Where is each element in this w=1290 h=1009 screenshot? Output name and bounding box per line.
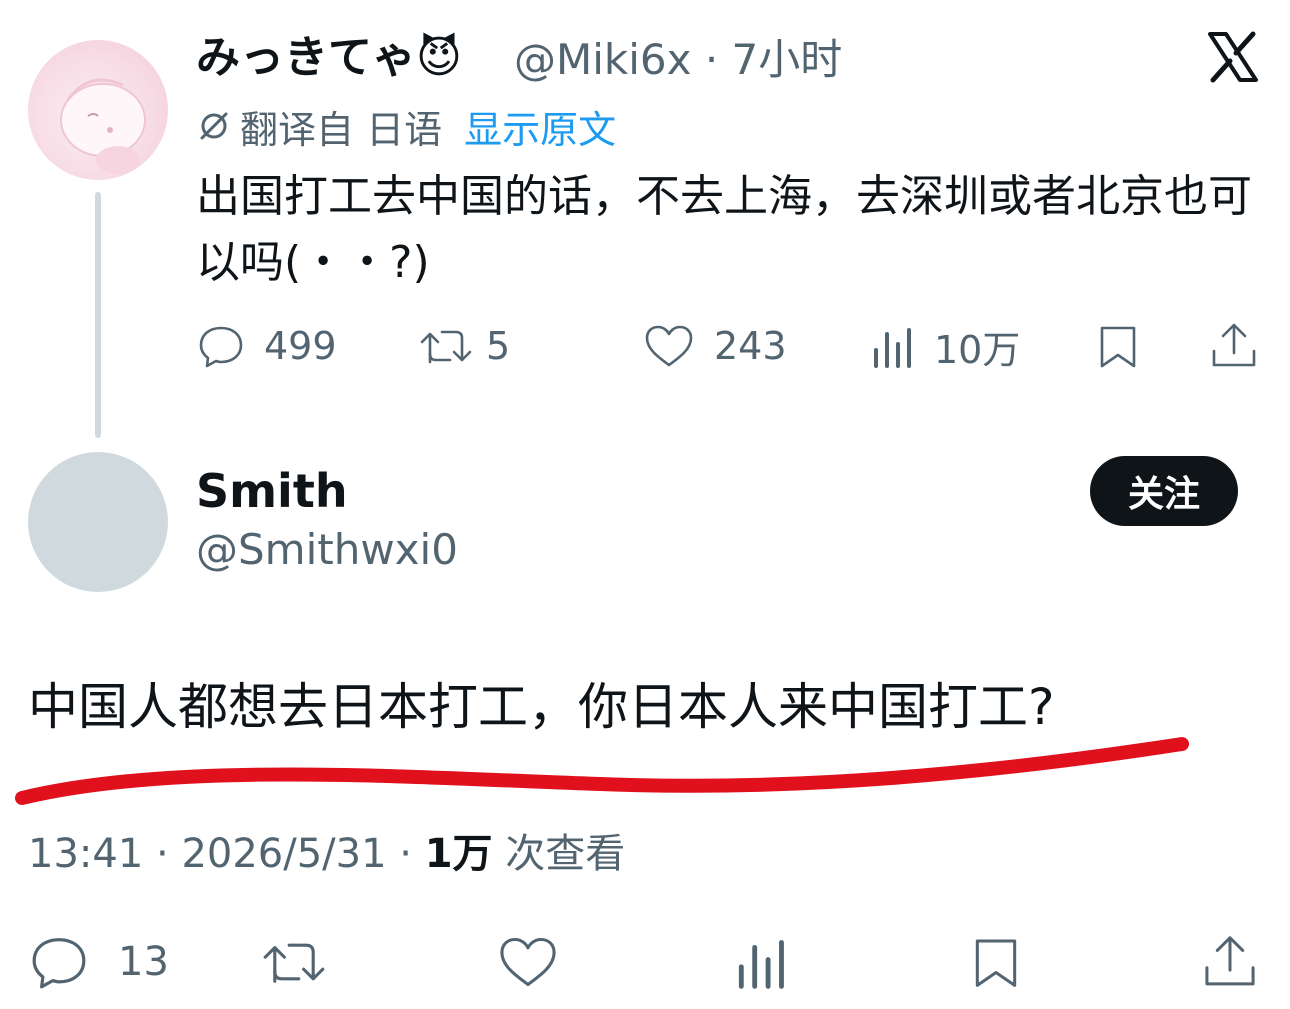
show-original-link[interactable]: 显示原文 (464, 99, 616, 154)
views-count: 10万 (934, 327, 1021, 372)
avatar-smith[interactable] (28, 452, 168, 592)
tweet-like-button[interactable] (496, 930, 560, 994)
repost-button[interactable]: 5 (416, 318, 510, 374)
translate-icon (200, 112, 228, 140)
tweet-date[interactable]: 2026/5/31 (181, 831, 386, 877)
avatar-miki[interactable] (28, 40, 168, 180)
devil-emoji-icon: 😈 (416, 32, 462, 83)
bookmark-icon (975, 939, 1017, 987)
tweet-bookmark-button[interactable] (968, 930, 1024, 994)
share-button[interactable] (1208, 318, 1260, 374)
x-logo-icon[interactable] (1206, 30, 1260, 84)
author-handle-time[interactable]: @Miki6x · 7小时 (514, 34, 842, 86)
time-ago[interactable]: 7小时 (732, 35, 843, 84)
like-icon (500, 937, 556, 987)
reply-button[interactable]: 499 (196, 318, 337, 374)
repost-icon (420, 330, 472, 364)
author-name-miki[interactable]: みっきてゃ😈 (196, 30, 462, 86)
like-icon (645, 325, 693, 367)
tweet-views-label: 次查看 (505, 831, 626, 877)
repost-icon (263, 943, 325, 983)
tweet-time[interactable]: 13:41 (28, 831, 143, 877)
tweet-timestamp[interactable]: 13:41 · 2026/5/31 · 1万 次查看 (28, 826, 625, 882)
avatar-illustration (60, 78, 146, 174)
views-icon (738, 940, 784, 989)
author-handle-smith[interactable]: @Smithwxi0 (196, 522, 458, 578)
red-underline-annotation (15, 737, 1189, 805)
separator-dot: · (691, 35, 732, 84)
tweet-share-button[interactable] (1200, 930, 1260, 994)
reply-to-tweet-text: 出国打工去中国的话，不去上海，去深圳或者北京也可以吗(・・?) (196, 171, 1252, 288)
bookmark-icon (1100, 326, 1136, 368)
reply-count: 499 (264, 324, 337, 368)
bookmark-button[interactable] (1094, 318, 1142, 374)
follow-button[interactable]: 关注 (1090, 456, 1238, 526)
share-icon (1205, 936, 1255, 986)
author-name-smith[interactable]: Smith (196, 462, 348, 520)
like-count: 243 (714, 324, 787, 368)
translated-from-label: 翻译自 日语 (240, 107, 443, 152)
author-handle[interactable]: @Miki6x (514, 35, 691, 84)
tweet-reply-button[interactable]: 13 (28, 930, 169, 994)
tweet-views-button[interactable] (734, 930, 790, 994)
tweet-reply-count: 13 (118, 939, 169, 985)
views-icon (874, 328, 911, 368)
views-button[interactable]: 10万 (870, 318, 1020, 374)
reply-icon (32, 938, 86, 989)
repost-count: 5 (486, 324, 511, 368)
share-icon (1212, 323, 1256, 367)
tweet-repost-button[interactable] (258, 930, 330, 994)
translation-row: 翻译自 日语 显示原文 (196, 100, 616, 152)
tweet-views-count: 1万 (424, 831, 493, 877)
like-button[interactable]: 243 (642, 318, 787, 374)
thread-line (95, 192, 101, 438)
reply-icon (199, 326, 243, 368)
